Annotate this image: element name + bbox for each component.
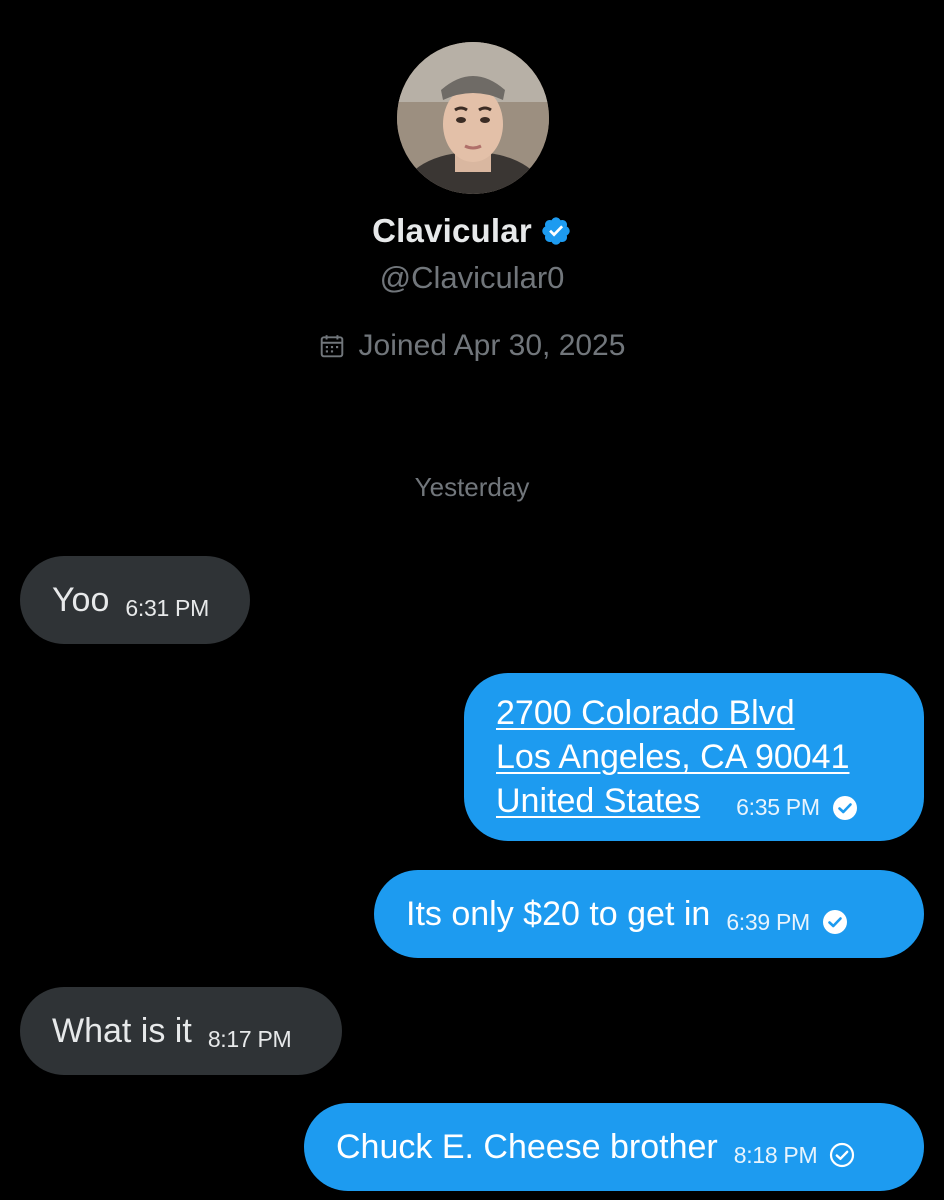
message-bubble-outgoing[interactable]: 2700 Colorado Blvd Los Angeles, CA 90041…: [464, 673, 924, 841]
address-line[interactable]: Los Angeles, CA 90041: [496, 735, 858, 779]
profile-joined-date: Joined Apr 30, 2025: [358, 329, 626, 362]
message-time: 8:17 PM: [207, 1025, 292, 1052]
address-link[interactable]: 2700 Colorado Blvd Los Angeles, CA 90041…: [496, 691, 858, 823]
date-separator: Yesterday: [414, 472, 530, 502]
message-bubble-incoming[interactable]: Yoo 6:31 PM: [20, 556, 250, 644]
profile-avatar[interactable]: [397, 42, 549, 194]
profile-handle: @Clavicular0: [379, 260, 565, 295]
message-bubble-outgoing[interactable]: Chuck E. Cheese brother 8:18 PM: [304, 1103, 924, 1191]
profile-joined-row: Joined Apr 30, 2025: [0, 325, 944, 367]
verified-badge-icon: [540, 215, 572, 247]
profile-display-name[interactable]: Clavicular: [372, 212, 532, 250]
message-bubble-incoming[interactable]: What is it 8:17 PM: [20, 987, 342, 1075]
message-text: What is it: [52, 1012, 192, 1050]
check-circle-icon: [822, 909, 848, 935]
message-time: 6:31 PM: [125, 594, 209, 621]
address-line[interactable]: 2700 Colorado Blvd: [496, 691, 858, 735]
message-time: 8:18 PM: [733, 1141, 818, 1168]
message-time: 6:39 PM: [726, 908, 810, 935]
calendar-icon: [319, 333, 345, 359]
address-line[interactable]: United States: [496, 779, 700, 823]
avatar-photo: [397, 42, 549, 194]
message-time: 6:35 PM: [736, 794, 820, 820]
check-circle-outline-icon: [829, 1142, 855, 1168]
check-circle-icon: [832, 795, 858, 821]
message-text: Yoo: [52, 581, 110, 619]
message-bubble-outgoing[interactable]: Its only $20 to get in 6:39 PM: [374, 870, 924, 958]
message-text: Its only $20 to get in: [406, 895, 711, 933]
message-text: Chuck E. Cheese brother: [336, 1128, 718, 1166]
profile-name-row: Clavicular: [0, 207, 944, 255]
